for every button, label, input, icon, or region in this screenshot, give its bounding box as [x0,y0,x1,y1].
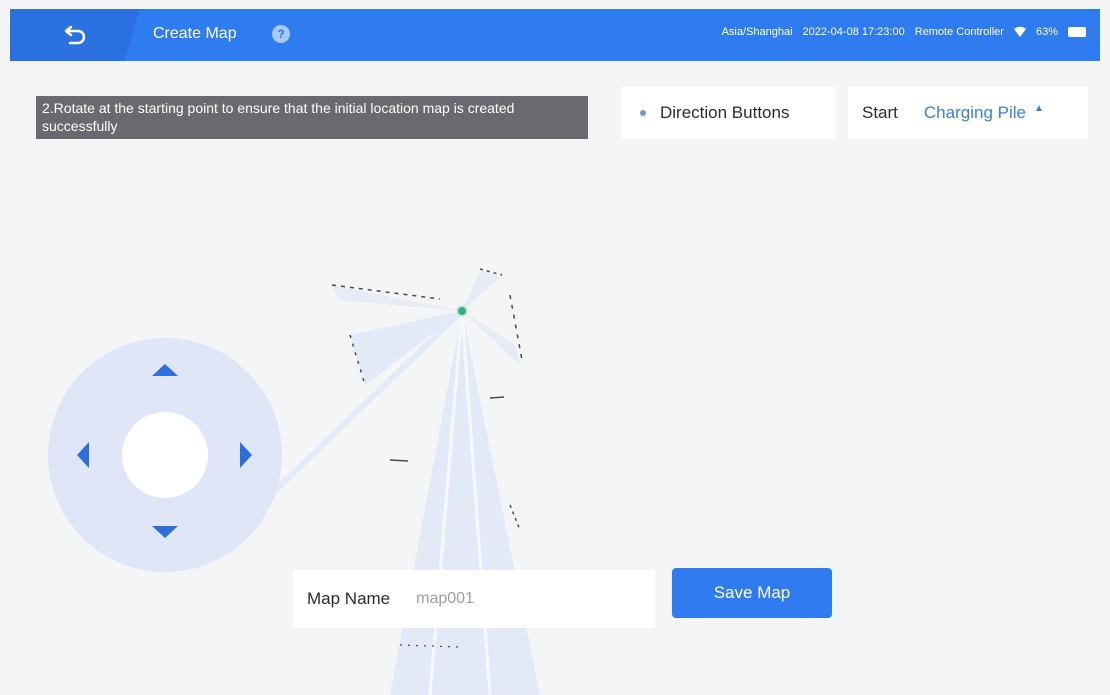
map-name-field: Map Name [293,570,655,628]
controller-text: Remote Controller [914,26,1004,38]
back-icon [64,25,86,45]
datetime-text: 2022-04-08 17:23:00 [802,26,905,38]
direction-buttons-toggle[interactable]: Direction Buttons [622,87,836,139]
joystick-pad[interactable] [48,338,282,572]
timezone-text: Asia/Shanghai [721,26,793,38]
arrow-down-icon[interactable] [152,526,178,538]
wifi-icon [1013,26,1026,37]
battery-percent: 63% [1035,26,1058,38]
map-name-label: Map Name [307,589,391,608]
joystick-center [122,412,208,498]
top-bar: Create Map ? Asia/Shanghai 2022-04-08 17… [10,9,1100,61]
battery-icon [1068,27,1086,37]
dot-icon [640,110,646,116]
page-title: Create Map [153,25,237,42]
map-name-input[interactable] [414,589,599,609]
back-button[interactable] [10,9,140,61]
arrow-right-icon[interactable] [240,442,252,468]
direction-buttons-label: Direction Buttons [660,103,790,122]
scan-map [257,268,540,695]
arrow-up-icon[interactable] [152,364,178,376]
start-label: Start [862,103,898,122]
question-icon[interactable]: ? [272,25,290,43]
instruction-hint: 2.Rotate at the starting point to ensure… [36,96,588,139]
start-selector[interactable]: Start Charging Pile ▲ [848,87,1088,139]
save-map-button[interactable]: Save Map [672,568,832,618]
arrow-left-icon[interactable] [77,442,89,468]
start-value[interactable]: Charging Pile [924,103,1026,123]
caret-icon: ▲ [1033,102,1044,114]
status-bar: Asia/Shanghai 2022-04-08 17:23:00 Remote… [722,26,1086,38]
